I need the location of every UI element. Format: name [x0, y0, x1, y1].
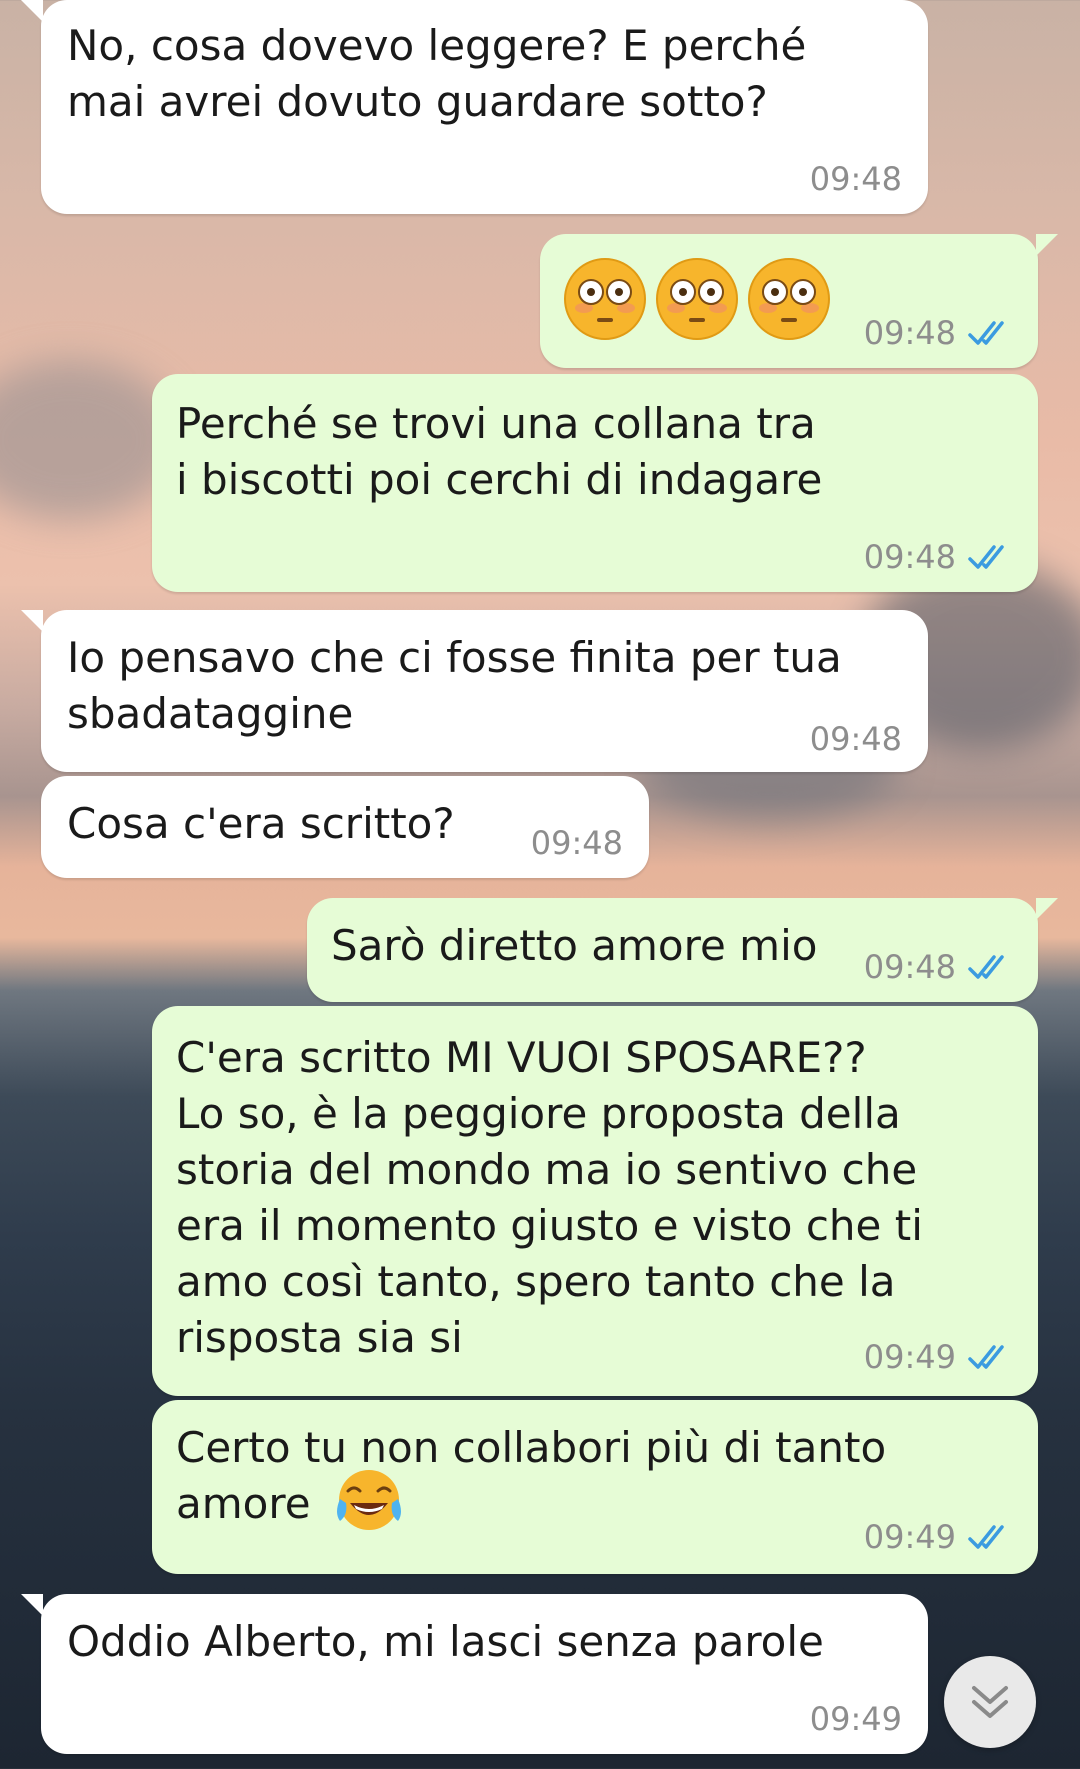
message-time: 09:49	[863, 1518, 956, 1556]
message-text: Oddio Alberto, mi lasci senza parole	[67, 1617, 824, 1666]
message-time: 09:48	[863, 314, 956, 352]
outgoing-message[interactable]: C'era scritto MI VUOI SPOSARE?? Lo so, è…	[152, 1006, 1038, 1396]
read-ticks-icon	[968, 321, 1004, 345]
incoming-message[interactable]: Oddio Alberto, mi lasci senza parole 09:…	[21, 1594, 928, 1754]
message-meta: 09:48	[864, 948, 1012, 986]
tears-of-joy-icon	[336, 1469, 401, 1530]
flushed-face-icon	[564, 258, 646, 340]
message-time: 09:48	[863, 538, 956, 576]
message-meta: 09:48	[810, 720, 902, 758]
message-meta: 09:48	[864, 538, 1012, 576]
message-text: No, cosa dovevo leggere? E perché mai av…	[67, 21, 807, 126]
flushed-face-icon	[656, 258, 738, 340]
flushed-face-icon	[748, 258, 830, 340]
message-time: 09:48	[809, 160, 902, 198]
message-text-content: Certo tu non collabori più di tanto amor…	[176, 1423, 887, 1528]
incoming-message[interactable]: Io pensavo che ci fosse finita per tua s…	[21, 610, 928, 772]
incoming-message[interactable]: No, cosa dovevo leggere? E perché mai av…	[21, 0, 928, 214]
outgoing-message[interactable]: 09:48	[540, 234, 1058, 368]
message-time: 09:48	[863, 948, 956, 986]
read-ticks-icon	[968, 1525, 1004, 1549]
outgoing-message[interactable]: Perché se trovi una collana tra i biscot…	[152, 374, 1038, 592]
incoming-message[interactable]: Cosa c'era scritto? 09:48	[41, 776, 649, 878]
message-meta: 09:48	[864, 314, 1012, 352]
message-meta: 09:49	[864, 1338, 1012, 1376]
outgoing-message[interactable]: Certo tu non collabori più di tanto amor…	[152, 1400, 1038, 1574]
message-time: 09:48	[809, 720, 902, 758]
message-meta: 09:48	[810, 160, 902, 198]
read-ticks-icon	[968, 545, 1004, 569]
message-meta: 09:49	[864, 1518, 1012, 1556]
message-meta: 09:49	[810, 1700, 902, 1738]
message-time: 09:49	[863, 1338, 956, 1376]
message-text: C'era scritto MI VUOI SPOSARE?? Lo so, è…	[176, 1033, 923, 1362]
message-time: 09:49	[809, 1700, 902, 1738]
message-text: Cosa c'era scritto?	[67, 799, 455, 848]
message-time: 09:48	[530, 824, 623, 862]
message-text: Sarò diretto amore mio	[331, 921, 818, 970]
emoji-row	[562, 256, 832, 342]
outgoing-message[interactable]: Sarò diretto amore mio 09:48	[307, 898, 1058, 1002]
scroll-to-bottom-button[interactable]	[944, 1656, 1036, 1748]
message-meta: 09:48	[531, 824, 623, 862]
message-text: Perché se trovi una collana tra i biscot…	[176, 399, 823, 504]
read-ticks-icon	[968, 1345, 1004, 1369]
double-chevron-down-icon	[972, 1686, 1008, 1718]
read-ticks-icon	[968, 955, 1004, 979]
message-text: Io pensavo che ci fosse finita per tua s…	[67, 633, 842, 738]
message-text: Certo tu non collabori più di tanto amor…	[176, 1420, 936, 1535]
